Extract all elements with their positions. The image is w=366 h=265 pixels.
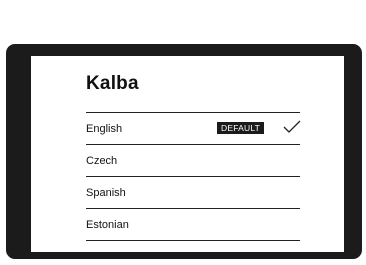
- language-list: English DEFAULT Czech Spanish Estonian: [86, 112, 301, 241]
- screen: Kalba English DEFAULT Czech Spanish Esto…: [31, 56, 344, 252]
- language-item-czech[interactable]: Czech: [86, 144, 300, 176]
- language-label: English: [86, 122, 123, 135]
- language-item-estonian[interactable]: Estonian: [86, 208, 300, 241]
- device-frame: Kalba English DEFAULT Czech Spanish Esto…: [6, 44, 362, 259]
- language-label: Spanish: [86, 186, 126, 199]
- language-label: Czech: [86, 154, 118, 167]
- language-item-spanish[interactable]: Spanish: [86, 176, 300, 208]
- language-item-english[interactable]: English DEFAULT: [86, 112, 301, 144]
- default-badge: DEFAULT: [217, 122, 265, 134]
- language-label: Estonian: [86, 218, 129, 231]
- page-title: Kalba: [86, 73, 139, 94]
- checkmark-icon: [283, 120, 301, 133]
